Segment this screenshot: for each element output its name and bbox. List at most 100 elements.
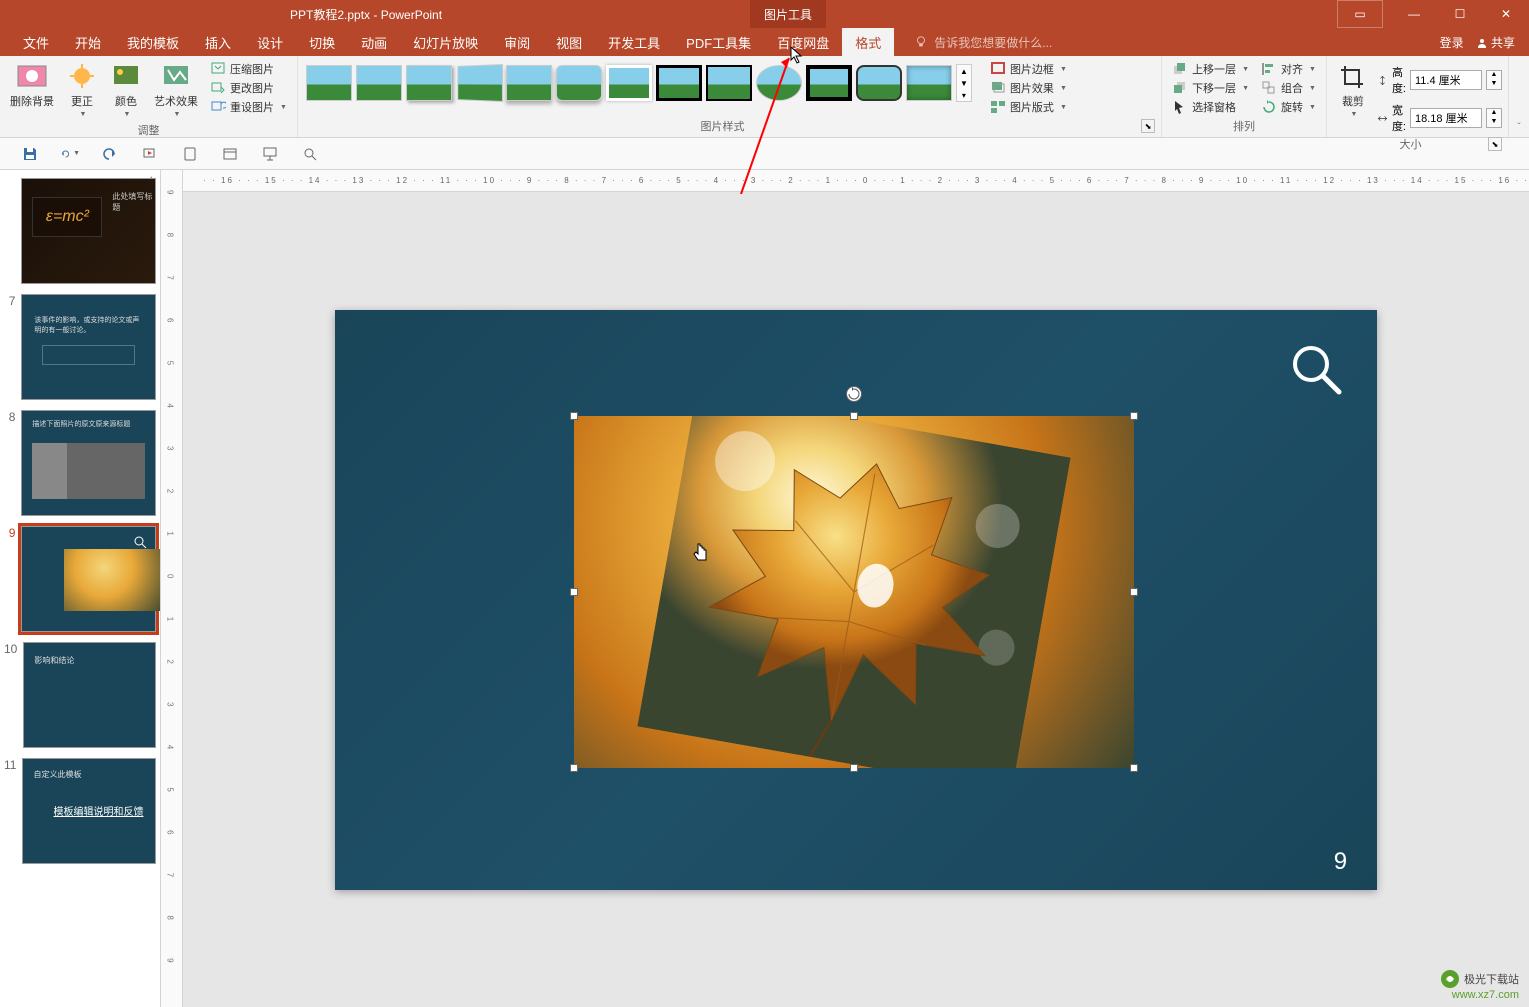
picture-layout-button[interactable]: 图片版式▼ [986,98,1071,116]
picture-border-button[interactable]: 图片边框▼ [986,60,1071,78]
qat-button-6[interactable] [220,144,240,164]
picture-style-1[interactable] [306,65,352,101]
resize-handle-ml[interactable] [570,588,578,596]
tab-insert[interactable]: 插入 [192,28,244,56]
height-input[interactable] [1410,70,1482,90]
picture-style-7[interactable] [606,65,652,101]
picture-style-8[interactable] [656,65,702,101]
canvas[interactable]: 9 [183,192,1529,1007]
menu-bar: 文件 开始 我的模板 插入 设计 切换 动画 幻灯片放映 审阅 视图 开发工具 … [0,28,1529,56]
remove-background-button[interactable]: 删除背景 [6,60,58,111]
window-icon [222,146,238,162]
resize-handle-bm[interactable] [850,764,858,772]
color-icon [110,62,142,94]
title-bar: PPT教程2.pptx - PowerPoint 图片工具 ▭ — ☐ ✕ [0,0,1529,28]
selection-icon [1172,99,1188,115]
send-backward-button[interactable]: 下移一层▼ [1168,79,1253,97]
artistic-effects-button[interactable]: 艺术效果▼ [150,60,202,120]
thumbnail-panel[interactable]: ▲ ε=mc² 此处填写标题 7 该事件的影响，或支持的论文或声明的有一般讨论。… [0,170,161,1007]
picture-style-6[interactable] [556,65,602,101]
gallery-up-button[interactable]: ▲ [957,65,971,77]
tab-review[interactable]: 审阅 [491,28,543,56]
picture-styles-dialog-launcher[interactable]: ⬊ [1141,119,1155,133]
picture-style-11[interactable] [806,65,852,101]
picture-effects-button[interactable]: 图片效果▼ [986,79,1071,97]
maximize-button[interactable]: ☐ [1437,0,1483,28]
brightness-icon [66,62,98,94]
tab-file[interactable]: 文件 [10,28,62,56]
tab-developer[interactable]: 开发工具 [595,28,673,56]
selected-image[interactable] [574,416,1134,768]
resize-handle-tr[interactable] [1130,412,1138,420]
picture-style-9[interactable] [706,65,752,101]
height-spinner-up[interactable]: ▲ [1487,71,1501,80]
watermark-logo-icon [1440,969,1460,989]
picture-style-2[interactable] [356,65,402,101]
rotate-handle[interactable] [846,386,862,402]
tab-pdf-tools[interactable]: PDF工具集 [673,28,764,56]
picture-style-4[interactable] [457,64,503,102]
crop-button[interactable]: 裁剪▼ [1333,60,1373,120]
slide-thumbnail[interactable]: 8 描述下面照片的原文原来源标题 [4,410,156,516]
picture-style-12[interactable] [856,65,902,101]
reset-picture-button[interactable]: 重设图片▼ [206,98,291,116]
resize-handle-tm[interactable] [850,412,858,420]
redo-button[interactable] [100,144,120,164]
picture-style-5[interactable] [506,65,552,101]
slide-thumbnail[interactable]: 7 该事件的影响，或支持的论文或声明的有一般讨论。 [4,294,156,400]
color-button[interactable]: 颜色▼ [106,60,146,120]
picture-style-13[interactable] [906,65,952,101]
thumb-subtitle: 模板编辑说明和反馈 [53,803,143,818]
resize-handle-tl[interactable] [570,412,578,420]
picture-style-10[interactable] [756,65,802,101]
login-link[interactable]: 登录 [1440,34,1464,51]
magnifier-icon [133,535,147,549]
width-input[interactable] [1410,108,1482,128]
corrections-button[interactable]: 更正▼ [62,60,102,120]
slide-thumbnail[interactable]: 11 自定义此模板 模板编辑说明和反馈 [4,758,156,864]
bring-forward-button[interactable]: 上移一层▼ [1168,60,1253,78]
tab-animations[interactable]: 动画 [348,28,400,56]
change-picture-button[interactable]: 更改图片 [206,79,291,97]
tell-me-search[interactable]: 告诉我您想要做什么... [914,34,1052,51]
resize-handle-bl[interactable] [570,764,578,772]
picture-style-3[interactable] [406,65,452,101]
size-dialog-launcher[interactable]: ⬊ [1488,137,1502,151]
close-button[interactable]: ✕ [1483,0,1529,28]
width-spinner-up[interactable]: ▲ [1487,109,1501,118]
tab-home[interactable]: 开始 [62,28,114,56]
height-spinner-down[interactable]: ▼ [1487,80,1501,89]
qat-button-8[interactable] [300,144,320,164]
width-spinner-down[interactable]: ▼ [1487,118,1501,127]
tab-design[interactable]: 设计 [244,28,296,56]
slide[interactable]: 9 [335,310,1377,890]
rotate-button[interactable]: 旋转▼ [1257,98,1320,116]
resize-handle-mr[interactable] [1130,588,1138,596]
tab-my-templates[interactable]: 我的模板 [114,28,192,56]
tab-transitions[interactable]: 切换 [296,28,348,56]
qat-button-5[interactable] [180,144,200,164]
compress-pictures-button[interactable]: 压缩图片 [206,60,291,78]
align-button[interactable]: 对齐▼ [1257,60,1320,78]
undo-button[interactable]: ▼ [60,144,80,164]
collapse-ribbon-button[interactable]: ˇ [1517,122,1520,133]
group-button[interactable]: 组合▼ [1257,79,1320,97]
tab-slideshow[interactable]: 幻灯片放映 [400,28,491,56]
tab-view[interactable]: 视图 [543,28,595,56]
slide-thumbnail[interactable]: ε=mc² 此处填写标题 [4,178,156,284]
zoom-icon [302,146,318,162]
qat-button-7[interactable] [260,144,280,164]
start-from-beginning-button[interactable] [140,144,160,164]
share-button[interactable]: 共享 [1476,34,1515,51]
resize-handle-br[interactable] [1130,764,1138,772]
gallery-down-button[interactable]: ▼ [957,77,971,89]
save-button[interactable] [20,144,40,164]
tab-format[interactable]: 格式 [842,28,894,56]
slide-thumbnail[interactable]: 9 [4,526,156,632]
minimize-button[interactable]: — [1391,0,1437,28]
slide-thumbnail[interactable]: 10 影响和结论 [4,642,156,748]
ribbon-display-options[interactable]: ▭ [1337,0,1383,28]
selection-pane-button[interactable]: 选择窗格 [1168,98,1253,116]
reset-icon [210,99,226,115]
gallery-more-button[interactable]: ▾ [957,89,971,101]
